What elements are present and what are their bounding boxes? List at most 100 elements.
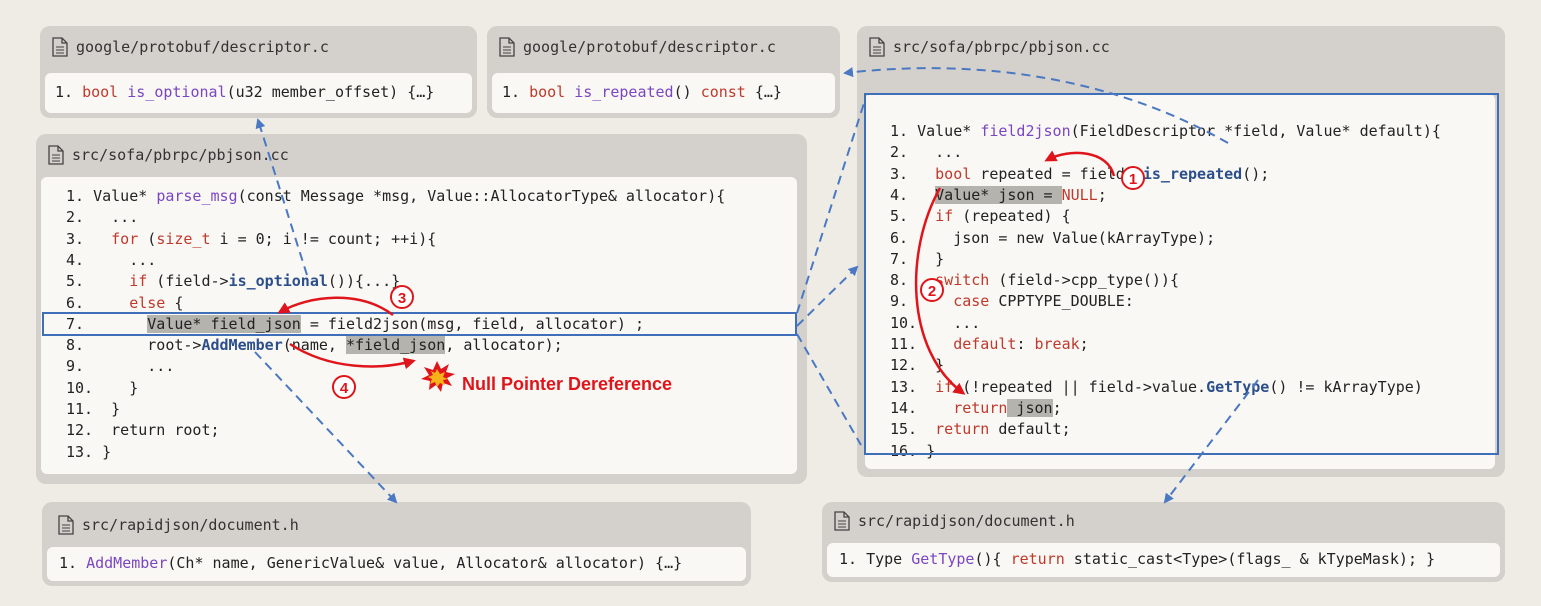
- code-line: 10. }: [66, 378, 138, 399]
- code-token: (): [673, 83, 701, 101]
- code-token: switch: [935, 271, 990, 290]
- file-icon: [834, 511, 850, 531]
- code-line: 4. Value* json = NULL;: [890, 185, 1107, 206]
- code-token: 7.: [66, 314, 148, 333]
- code-line: 1. Value* parse_msg(const Message *msg, …: [66, 186, 725, 207]
- code-token: 8.: [890, 271, 936, 290]
- code-token: *field_json: [345, 336, 446, 355]
- code-token: 5.: [890, 207, 936, 226]
- code-token: CPPTYPE_DOUBLE:: [989, 292, 1134, 311]
- code-line: 13. }: [66, 442, 111, 463]
- code-token: if: [935, 377, 954, 396]
- code-line: 7. Value* field_json = field2json(msg, f…: [66, 314, 644, 335]
- code-token: return: [1010, 550, 1065, 568]
- code-block: 1. Type GetType(){ return static_cast<Ty…: [827, 543, 1500, 577]
- code-token: ;: [1052, 398, 1062, 417]
- code-token: 4. ...: [66, 250, 157, 269]
- code-line: 1. Value* field2json(FieldDescriptor *fi…: [890, 121, 1441, 142]
- file-panel-descriptor-repeated: google/protobuf/descriptor.c 1. bool is_…: [487, 26, 840, 118]
- file-icon: [869, 37, 885, 57]
- file-icon: [499, 37, 515, 57]
- panel-title: google/protobuf/descriptor.c: [523, 38, 776, 56]
- code-token: 16. }: [890, 441, 936, 460]
- code-token: 10. ...: [890, 313, 981, 332]
- file-panel-pbjson-parse-msg: src/sofa/pbrpc/pbjson.cc 1. Value* parse…: [36, 134, 807, 484]
- code-token: 15.: [890, 420, 936, 439]
- code-line: 15. return default;: [890, 419, 1071, 440]
- code-line: 9. ...: [66, 356, 174, 377]
- code-token: size_t: [156, 229, 211, 248]
- code-token: GetType: [911, 550, 975, 568]
- code-token: default;: [989, 420, 1071, 439]
- file-icon: [48, 145, 64, 165]
- code-token: (: [138, 229, 157, 248]
- code-token: {: [165, 293, 184, 312]
- code-token: is_repeated: [1142, 164, 1243, 183]
- code-line: 5. if (field->is_optional()){...}: [66, 271, 400, 292]
- code-line: 3. bool repeated = field->is_repeated();: [890, 164, 1269, 185]
- panel-title: src/rapidjson/document.h: [82, 516, 299, 534]
- panel-title: src/sofa/pbrpc/pbjson.cc: [893, 38, 1110, 56]
- file-panel-document-addmember: src/rapidjson/document.h 1. AddMember(Ch…: [42, 502, 751, 586]
- code-line: 5. if (repeated) {: [890, 206, 1071, 227]
- code-token: case: [953, 292, 990, 311]
- code-token: () != kArrayType): [1269, 377, 1423, 396]
- code-token: 2. ...: [890, 143, 963, 162]
- code-line: 2. ...: [66, 207, 138, 228]
- code-token: 3.: [66, 229, 112, 248]
- code-token: 13. }: [66, 442, 112, 461]
- code-line: 12. }: [890, 355, 944, 376]
- panel-title: google/protobuf/descriptor.c: [76, 38, 329, 56]
- file-panel-document-gettype: src/rapidjson/document.h 1. Type GetType…: [822, 502, 1505, 582]
- code-token: 2. ...: [66, 208, 139, 227]
- code-token: (name,: [282, 336, 346, 355]
- code-token: (field->: [147, 272, 229, 291]
- code-token: 5.: [66, 272, 130, 291]
- code-token: AddMember: [201, 336, 283, 355]
- code-token: ;: [1079, 335, 1089, 353]
- code-token: is_optional: [228, 272, 328, 291]
- code-line: 1. bool is_repeated() const {…}: [502, 82, 782, 103]
- code-token: ;: [1097, 185, 1107, 204]
- code-token: json: [1007, 398, 1053, 417]
- code-token: is_optional: [127, 83, 227, 101]
- code-token: bool: [529, 83, 575, 101]
- code-line: 16. }: [890, 441, 935, 462]
- code-block: 1. Value* parse_msg(const Message *msg, …: [41, 177, 797, 474]
- code-line: 7. }: [890, 249, 944, 270]
- code-token: AddMember: [86, 554, 168, 572]
- warning-label: Null Pointer Dereference: [462, 374, 673, 394]
- code-token: Value* json =: [935, 185, 1062, 204]
- code-token: (field->cpp_type()){: [989, 271, 1179, 290]
- file-icon: [52, 37, 68, 57]
- dashed-connector-top: [796, 99, 866, 314]
- code-token: 1.: [502, 83, 530, 101]
- code-token: else: [129, 293, 166, 312]
- code-token: Value* field_json: [147, 314, 301, 333]
- code-token: default: [953, 335, 1017, 353]
- code-token: ();: [1242, 164, 1270, 183]
- code-token: static_cast<Type>(flags_ & kTypeMask); }: [1064, 550, 1436, 568]
- code-token: break: [1034, 335, 1080, 353]
- file-icon: [58, 515, 74, 535]
- code-token: ()){...}: [327, 272, 401, 291]
- code-token: (!repeated || field->value.: [953, 377, 1207, 396]
- code-token: if: [129, 272, 148, 291]
- code-token: for: [111, 229, 139, 248]
- code-token: 1.: [55, 83, 83, 101]
- panel-title: src/rapidjson/document.h: [858, 512, 1075, 530]
- code-line: 13. if (!repeated || field->value.GetTyp…: [890, 377, 1423, 398]
- code-token: 11.: [890, 335, 954, 353]
- code-token: 11. }: [66, 400, 121, 418]
- code-line: 2. ...: [890, 142, 962, 163]
- code-token: , allocator);: [445, 336, 563, 355]
- code-token: 1.: [59, 554, 87, 572]
- code-block: 1. bool is_optional(u32 member_offset) {…: [45, 73, 472, 113]
- code-line: 6. json = new Value(kArrayType);: [890, 228, 1215, 249]
- code-token: 12. }: [890, 356, 945, 375]
- code-token: 6. json = new Value(kArrayType);: [890, 228, 1216, 247]
- code-token: 9.: [890, 292, 954, 311]
- code-line: 11. }: [66, 399, 120, 420]
- code-token: = field2json(msg, field, allocator) ;: [300, 314, 644, 333]
- code-token: parse_msg: [156, 187, 238, 205]
